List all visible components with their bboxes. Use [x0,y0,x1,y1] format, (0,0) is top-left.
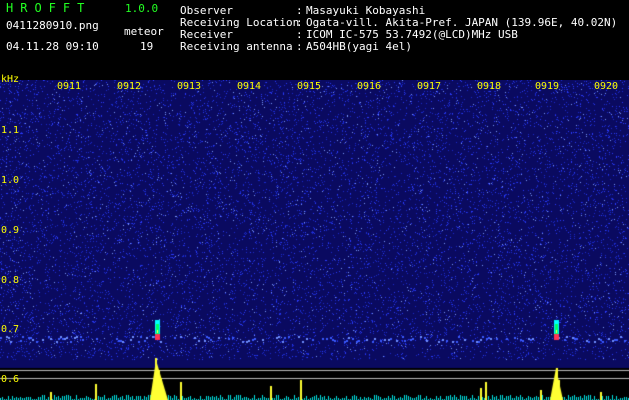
time-tick-0912: 0912 [117,81,142,92]
freq-tick-0-8: 0.8 [1,275,20,286]
time-tick-0917: 0917 [417,81,442,92]
freq-tick-1-0: 1.0 [1,175,20,186]
freq-tick-0-6: 0.6 [1,374,20,385]
antenna-colon: : [296,40,303,53]
date-time: 04.11.28 09:10 [6,40,99,53]
time-tick-0918: 0918 [477,81,502,92]
freq-tick-1-1: 1.1 [1,125,20,136]
meteor-count: 19 [140,40,154,53]
header-panel: HROFFT 1.0.0 0411280910.png meteor 04.11… [0,0,629,80]
freq-tick-0-9: 0.9 [1,225,20,236]
time-tick-0914: 0914 [237,81,262,92]
freq-tick-0-7: 0.7 [1,324,20,335]
antenna-label: Receiving antenna [180,40,293,53]
time-tick-0919: 0919 [535,81,560,92]
time-tick-0920: 0920 [594,81,619,92]
time-tick-0915: 0915 [297,81,322,92]
time-tick-0916: 0916 [357,81,382,92]
spectrogram-canvas [0,80,629,400]
time-tick-0911: 0911 [57,81,82,92]
freq-unit-label: kHz [1,74,20,85]
meteor-label: meteor [124,25,164,38]
app-version: 1.0.0 [125,2,159,15]
file-name: 0411280910.png [6,19,99,32]
app-name: HROFFT [6,1,92,15]
time-tick-0913: 0913 [177,81,202,92]
antenna-value: A504HB(yagi 4el) [306,40,412,53]
